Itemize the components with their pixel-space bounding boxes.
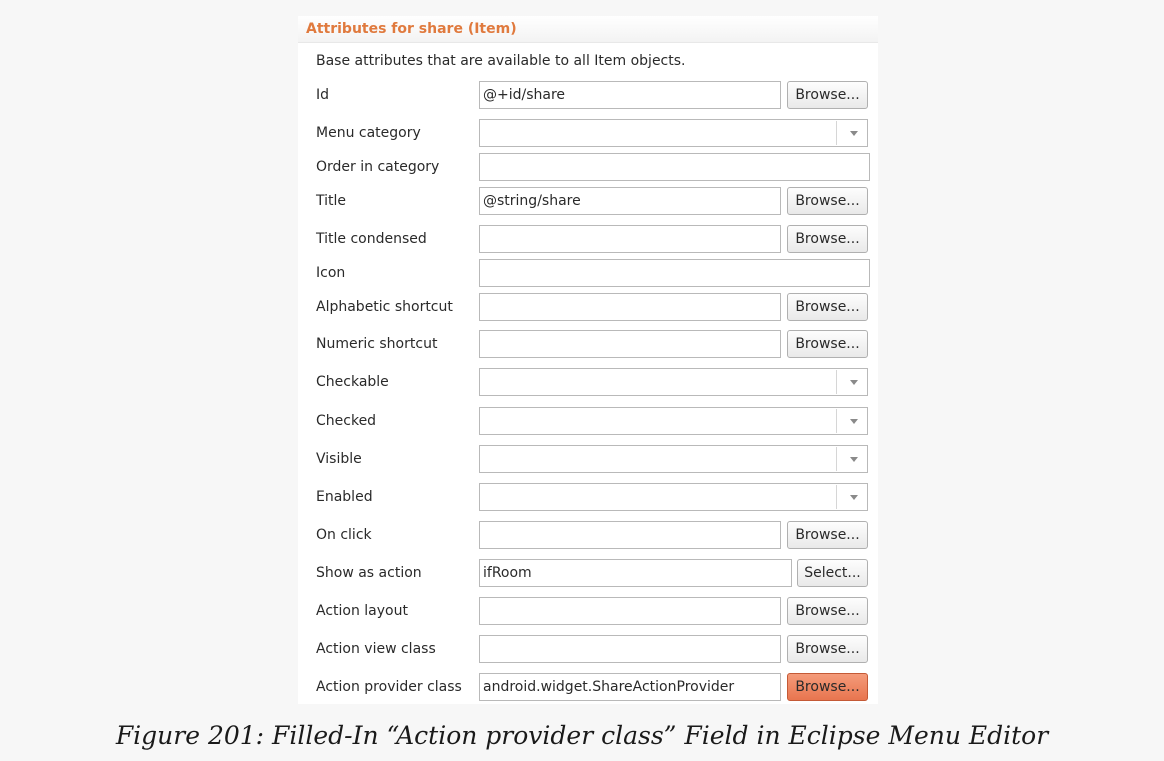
on-click-field[interactable] [479, 521, 781, 549]
row-alphabetic-shortcut: Alphabetic shortcut Browse... [298, 293, 878, 323]
action-provider-class-field[interactable]: android.widget.ShareActionProvider [479, 673, 781, 701]
visible-label: Visible [316, 451, 362, 467]
action-provider-class-label: Action provider class [316, 679, 462, 695]
action-layout-field[interactable] [479, 597, 781, 625]
row-menu-category: Menu category [298, 119, 878, 149]
row-icon: Icon [298, 259, 878, 289]
combo-separator [836, 485, 837, 509]
chevron-down-icon [850, 495, 858, 500]
chevron-down-icon [850, 131, 858, 136]
menu-category-select[interactable] [479, 119, 868, 147]
show-as-action-select-button[interactable]: Select... [797, 559, 868, 587]
enabled-label: Enabled [316, 489, 373, 505]
order-in-category-field[interactable] [479, 153, 870, 181]
title-field[interactable]: @string/share [479, 187, 781, 215]
row-order-in-category: Order in category [298, 153, 878, 183]
id-field[interactable]: @+id/share [479, 81, 781, 109]
action-view-class-label: Action view class [316, 641, 436, 657]
row-numeric-shortcut: Numeric shortcut Browse... [298, 330, 878, 360]
menu-category-label: Menu category [316, 125, 421, 141]
show-as-action-label: Show as action [316, 565, 422, 581]
row-title: Title @string/share Browse... [298, 187, 878, 217]
row-action-layout: Action layout Browse... [298, 597, 878, 627]
row-id: Id @+id/share Browse... [298, 81, 878, 111]
title-browse-button[interactable]: Browse... [787, 187, 868, 215]
combo-separator [836, 447, 837, 471]
title-label: Title [316, 193, 347, 209]
row-enabled: Enabled [298, 483, 878, 513]
title-condensed-label: Title condensed [316, 231, 427, 247]
panel-description: Base attributes that are available to al… [316, 53, 686, 69]
alphabetic-shortcut-browse-button[interactable]: Browse... [787, 293, 868, 321]
show-as-action-field[interactable]: ifRoom [479, 559, 792, 587]
icon-label: Icon [316, 265, 346, 281]
chevron-down-icon [850, 457, 858, 462]
row-checkable: Checkable [298, 368, 878, 398]
checked-select[interactable] [479, 407, 868, 435]
action-layout-browse-button[interactable]: Browse... [787, 597, 868, 625]
alphabetic-shortcut-field[interactable] [479, 293, 781, 321]
action-layout-label: Action layout [316, 603, 408, 619]
row-action-view-class: Action view class Browse... [298, 635, 878, 665]
alphabetic-shortcut-label: Alphabetic shortcut [316, 299, 453, 315]
checkable-label: Checkable [316, 374, 389, 390]
row-action-provider-class: Action provider class android.widget.Sha… [298, 673, 878, 703]
id-browse-button[interactable]: Browse... [787, 81, 868, 109]
checked-label: Checked [316, 413, 377, 429]
numeric-shortcut-label: Numeric shortcut [316, 336, 438, 352]
panel-title: Attributes for share (Item) [298, 16, 878, 43]
combo-separator [836, 121, 837, 145]
enabled-select[interactable] [479, 483, 868, 511]
action-view-class-field[interactable] [479, 635, 781, 663]
numeric-shortcut-field[interactable] [479, 330, 781, 358]
numeric-shortcut-browse-button[interactable]: Browse... [787, 330, 868, 358]
combo-separator [836, 409, 837, 433]
visible-select[interactable] [479, 445, 868, 473]
title-condensed-field[interactable] [479, 225, 781, 253]
row-visible: Visible [298, 445, 878, 475]
row-show-as-action: Show as action ifRoom Select... [298, 559, 878, 589]
on-click-label: On click [316, 527, 372, 543]
checkable-select[interactable] [479, 368, 868, 396]
row-checked: Checked [298, 407, 878, 437]
row-title-condensed: Title condensed Browse... [298, 225, 878, 255]
on-click-browse-button[interactable]: Browse... [787, 521, 868, 549]
icon-field[interactable] [479, 259, 870, 287]
combo-separator [836, 370, 837, 394]
chevron-down-icon [850, 380, 858, 385]
order-in-category-label: Order in category [316, 159, 440, 175]
title-condensed-browse-button[interactable]: Browse... [787, 225, 868, 253]
action-view-class-browse-button[interactable]: Browse... [787, 635, 868, 663]
row-on-click: On click Browse... [298, 521, 878, 551]
action-provider-class-browse-button[interactable]: Browse... [787, 673, 868, 701]
chevron-down-icon [850, 419, 858, 424]
attributes-panel: Attributes for share (Item) Base attribu… [298, 16, 878, 704]
figure-caption: Figure 201: Filled-In “Action provider c… [115, 721, 1049, 750]
id-label: Id [316, 87, 330, 103]
